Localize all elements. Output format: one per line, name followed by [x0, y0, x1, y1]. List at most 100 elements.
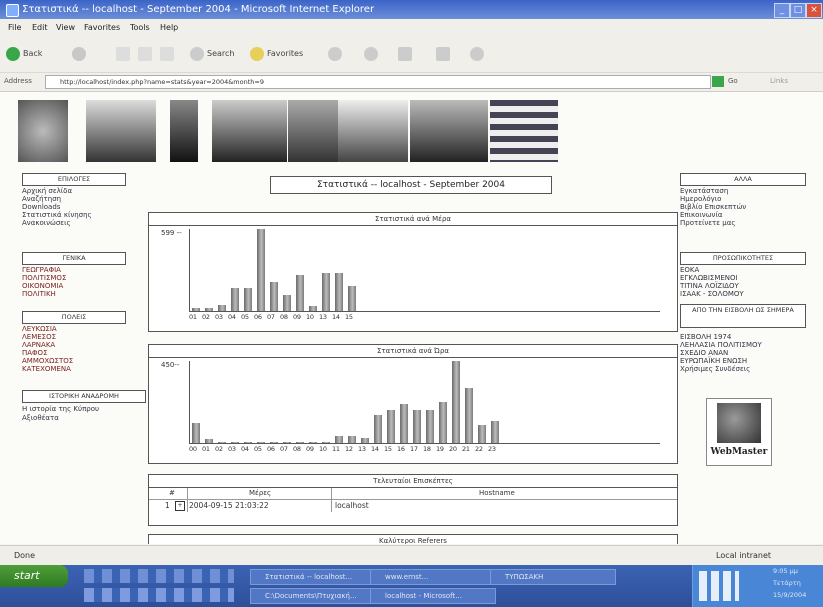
menu-file[interactable]: File — [8, 23, 21, 32]
maximize-button[interactable]: □ — [790, 3, 806, 18]
column-divider — [331, 488, 332, 512]
x-tick-label: 07 — [280, 445, 288, 453]
coat-of-arms-image — [18, 100, 68, 162]
go-arrow-icon[interactable] — [712, 76, 724, 87]
mail-button[interactable] — [398, 46, 415, 62]
nav-link-pafos[interactable]: ΠΑΦΟΣ — [22, 349, 48, 357]
nav-link-oikonomia[interactable]: ΟΙΚΟΝΟΜΙΑ — [22, 282, 63, 290]
chart-bar-14 — [335, 273, 343, 311]
minimize-button[interactable]: _ — [774, 3, 790, 18]
nav-link-stats[interactable]: Στατιστικά κίνησης — [22, 211, 92, 219]
search-button[interactable]: Search — [190, 46, 234, 62]
x-tick-label: 17 — [410, 445, 418, 453]
chart-bar-22 — [478, 425, 486, 443]
nav-link-recommend[interactable]: Προτείνετε μας — [680, 219, 735, 227]
nav-link-katexomena[interactable]: ΚΑΤΕΧΟΜΕΝΑ — [22, 365, 71, 373]
links-label[interactable]: Links — [770, 77, 788, 85]
nav-link-politiki[interactable]: ΠΟΛΙΤΙΚΗ — [22, 290, 56, 298]
chart-hour-plot — [189, 361, 660, 444]
taskbar-item[interactable]: Στατιστικά -- localhost... — [250, 569, 376, 585]
nav-link-looting[interactable]: ΛΕΗΛΑΣΙΑ ΠΟΛΙΤΙΣΜΟΥ — [680, 341, 762, 349]
nav-link-lefkosia[interactable]: ΛΕΥΚΩΣΙΑ — [22, 325, 57, 333]
chart-bar-01 — [205, 439, 213, 443]
window-title-bar: Στατιστικά -- localhost - September 2004… — [0, 0, 823, 19]
nav-link-annan[interactable]: ΣΧΕΔΙΟ ΑΝΑΝ — [680, 349, 728, 357]
nav-link-politismos[interactable]: ΠΟΛΙΤΙΣΜΟΣ — [22, 274, 66, 282]
chart-hour-xaxis: 00 01 02 03 04 05 06 07 08 09 10 11 12 13 14 15 16 17 18 19… — [189, 445, 659, 455]
x-tick-label: 06 — [267, 445, 275, 453]
x-tick-label: 09 — [293, 313, 301, 321]
chart-bar-09 — [296, 275, 304, 311]
stop-button[interactable] — [116, 46, 133, 62]
nav-link-geografia[interactable]: ΓΕΩΓΡΑΦΙΑ — [22, 266, 61, 274]
column-divider — [187, 488, 188, 512]
chart-bar-03 — [231, 442, 239, 443]
favorites-button[interactable]: Favorites — [250, 46, 303, 62]
address-label: Address — [4, 77, 32, 85]
nav-link-lemesos[interactable]: ΛΕΜΕΣΟΣ — [22, 333, 56, 341]
taskbar-item[interactable]: C:\Documents\Πτυχιακή... — [250, 588, 376, 604]
nav-link-contact[interactable]: Επικοινωνία — [680, 211, 722, 219]
nav-link-titina[interactable]: ΤΙΤΙΝΑ ΛΟΪΖΙΔΟΥ — [680, 282, 739, 290]
nav-link-announcements[interactable]: Ανακοινώσεις — [22, 219, 71, 227]
x-tick-label: 04 — [241, 445, 249, 453]
nav-link-install[interactable]: Εγκατάσταση — [680, 187, 728, 195]
system-tray: 9:05 μμ Τετάρτη 15/9/2004 — [692, 565, 823, 607]
forward-button[interactable] — [72, 46, 89, 62]
nav-link-history[interactable]: Η ιστορία της Κύπρου — [22, 405, 99, 413]
back-button[interactable]: Back — [6, 46, 42, 62]
menu-favorites[interactable]: Favorites — [84, 23, 120, 32]
x-tick-label: 12 — [345, 445, 353, 453]
nav-link-invasion[interactable]: ΕΙΣΒΟΛΗ 1974 — [680, 333, 731, 341]
menu-tools[interactable]: Tools — [130, 23, 150, 32]
referers-panel: Καλύτεροι Referers — [148, 534, 678, 544]
tray-icons[interactable] — [699, 571, 739, 601]
home-button[interactable] — [160, 46, 177, 62]
refresh-button[interactable] — [138, 46, 155, 62]
go-button[interactable]: Go — [728, 77, 738, 85]
nav-link-search[interactable]: Αναζήτηση — [22, 195, 61, 203]
nav-link-home[interactable]: Αρχική σελίδα — [22, 187, 72, 195]
nav-link-ammochostos[interactable]: ΑΜΜΟΧΩΣΤΟΣ — [22, 357, 73, 365]
quick-launch-icons[interactable] — [84, 569, 234, 583]
address-input[interactable]: http://localhost/index.php?name=stats&ye… — [45, 75, 711, 89]
media-button[interactable] — [328, 46, 345, 62]
last-visitors-panel: Τελευταίοι Επισκέπτες # Μέρες Hostname 1… — [148, 474, 678, 526]
media-icon — [328, 46, 342, 61]
chart-bar-17 — [413, 410, 421, 443]
nav-link-calendar[interactable]: Ημερολόγιο — [680, 195, 721, 203]
nav-link-eoka[interactable]: ΕΟΚΑ — [680, 266, 699, 274]
chart-bar-11 — [335, 436, 343, 443]
menu-view[interactable]: View — [56, 23, 75, 32]
taskbar-item[interactable]: www.ernst... — [370, 569, 496, 585]
menu-help[interactable]: Help — [160, 23, 178, 32]
nav-link-enclaved[interactable]: ΕΓΚΛΩΒΙΣΜΕΝΟΙ — [680, 274, 738, 282]
print-button[interactable] — [436, 46, 453, 62]
close-button[interactable]: × — [806, 3, 822, 18]
webmaster-badge[interactable]: WebMaster — [706, 398, 772, 466]
messenger-button[interactable] — [470, 46, 487, 62]
x-tick-label: 15 — [384, 445, 392, 453]
nav-link-sights[interactable]: Αξιοθέατα — [22, 414, 59, 422]
address-bar: Address http://localhost/index.php?name=… — [0, 73, 823, 92]
nav-link-isaak[interactable]: ΙΣΑΑΚ - ΣΟΛΟΜΟΥ — [680, 290, 744, 298]
x-tick-label: 09 — [306, 445, 314, 453]
chart-bar-05 — [257, 442, 265, 443]
taskbar-item[interactable]: localhost - Microsoft... — [370, 588, 496, 604]
start-button[interactable]: start — [0, 565, 68, 587]
menu-edit[interactable]: Edit — [32, 23, 48, 32]
webmaster-label: WebMaster — [710, 447, 768, 457]
nav-link-guestbook[interactable]: Βιβλίο Επισκεπτών — [680, 203, 746, 211]
nav-link-larnaka[interactable]: ΛΑΡΝΑΚΑ — [22, 341, 55, 349]
history-button[interactable] — [364, 46, 381, 62]
chart-bar-07 — [270, 282, 278, 311]
nav-link-useful-links[interactable]: Χρήσιμες Συνδέσεις — [680, 365, 750, 373]
x-tick-label: 10 — [306, 313, 314, 321]
taskbar-item[interactable]: ΤΥΠΩΣΑΚΗ — [490, 569, 616, 585]
nav-link-downloads[interactable]: Downloads — [22, 203, 60, 211]
quick-launch-icons-row2[interactable] — [84, 588, 234, 602]
expand-icon[interactable]: + — [175, 501, 185, 511]
x-tick-label: 10 — [319, 445, 327, 453]
nav-link-eu[interactable]: ΕΥΡΩΠΑΪΚΗ ΕΝΩΣΗ — [680, 357, 747, 365]
chart-day-plot — [189, 229, 660, 312]
